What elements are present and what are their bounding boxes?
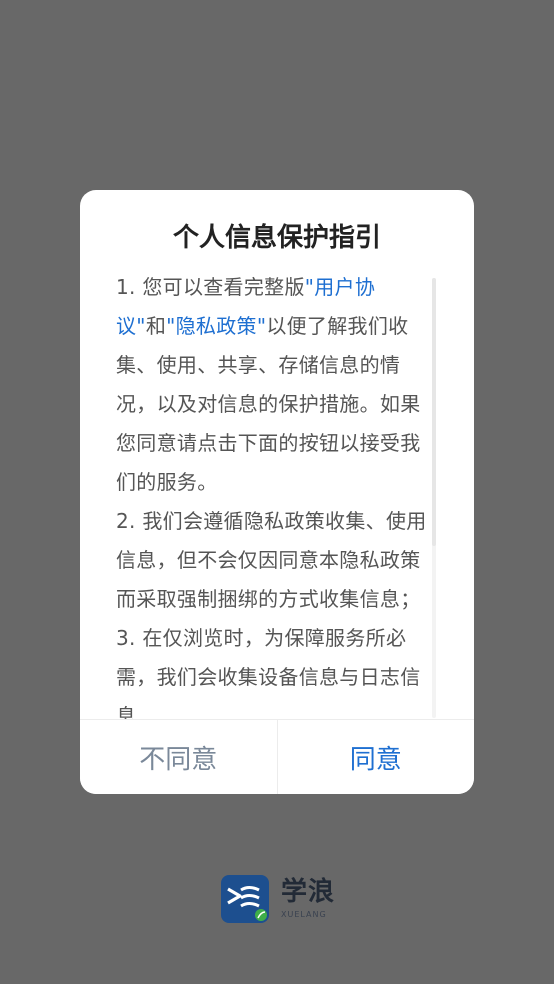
dialog-content-scroll[interactable]: 1. 您可以查看完整版"用户协议"和"隐私政策"以便了解我们收集、使用、共享、存… bbox=[116, 268, 440, 720]
p1-suffix: 以便了解我们收集、使用、共享、存储信息的情况，以及对信息的保护措施。如果您同意请… bbox=[116, 314, 421, 494]
content-paragraph-1: 1. 您可以查看完整版"用户协议"和"隐私政策"以便了解我们收集、使用、共享、存… bbox=[116, 268, 440, 502]
privacy-policy-link[interactable]: "隐私政策" bbox=[166, 314, 266, 338]
p1-prefix: 1. 您可以查看完整版 bbox=[116, 275, 305, 299]
content-scrollbar[interactable] bbox=[432, 278, 436, 718]
brand-text: 学浪 XUELANG bbox=[281, 877, 335, 921]
content-paragraph-3: 3. 在仅浏览时，为保障服务所必需，我们会收集设备信息与日志信息 bbox=[116, 626, 421, 720]
scrollbar-thumb[interactable] bbox=[432, 278, 436, 546]
agree-button[interactable]: 同意 bbox=[278, 720, 475, 794]
p1-and: 和 bbox=[145, 314, 167, 338]
brand-footer: 学浪 XUELANG bbox=[221, 875, 335, 923]
disagree-button[interactable]: 不同意 bbox=[80, 720, 278, 794]
dialog-footer: 不同意 同意 bbox=[80, 719, 474, 794]
brand-name: 学浪 bbox=[281, 877, 336, 907]
content-paragraph-2: 2. 我们会遵循隐私政策收集、使用信息，但不会仅因同意本隐私政策而采取强制捆绑的… bbox=[116, 509, 427, 611]
brand-subtitle: XUELANG bbox=[281, 910, 327, 919]
privacy-dialog: 个人信息保护指引 1. 您可以查看完整版"用户协议"和"隐私政策"以便了解我们收… bbox=[80, 190, 474, 794]
dialog-content: 1. 您可以查看完整版"用户协议"和"隐私政策"以便了解我们收集、使用、共享、存… bbox=[116, 268, 440, 720]
dialog-title: 个人信息保护指引 bbox=[172, 223, 381, 253]
xuelang-logo-icon bbox=[221, 875, 269, 923]
